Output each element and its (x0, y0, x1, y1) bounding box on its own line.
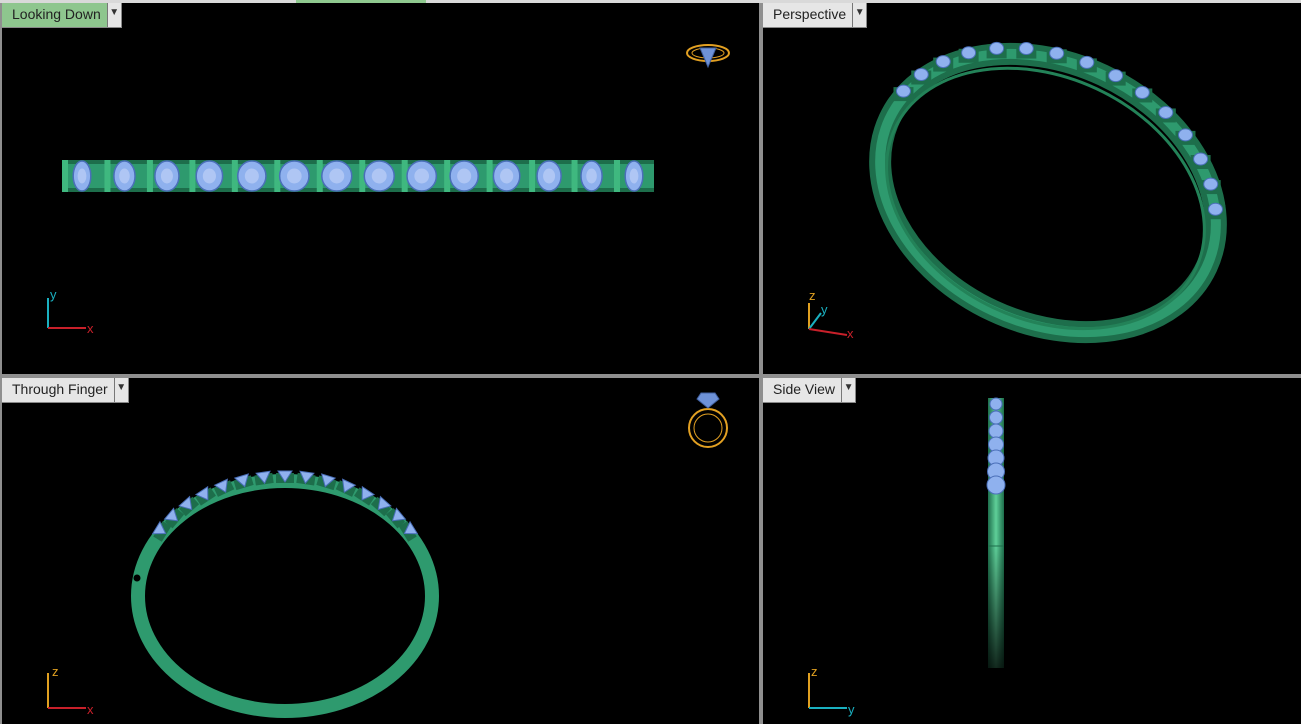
chevron-down-icon[interactable]: ▼ (841, 378, 855, 402)
axis-label-y: y (848, 702, 855, 717)
axis-triad: z x (47, 664, 94, 717)
gem (1158, 105, 1174, 119)
axis-triad: z y (808, 664, 855, 717)
axis-label-z: z (809, 288, 816, 303)
gem (989, 397, 1003, 411)
gem (1207, 202, 1223, 216)
nav-ring-icon[interactable] (688, 392, 728, 448)
chevron-down-icon[interactable]: ▼ (852, 3, 866, 27)
viewport-label-through-finger[interactable]: Through Finger ▼ (2, 378, 129, 403)
gem (276, 470, 294, 483)
viewport-title: Looking Down (12, 6, 101, 22)
axis-triad: z y x (808, 288, 854, 341)
viewport-title: Through Finger (12, 381, 108, 397)
gem (986, 475, 1006, 495)
axis-label-y: y (821, 302, 828, 317)
axis-triad: y x (47, 287, 94, 336)
gem (1018, 42, 1034, 56)
axis-label-x: x (87, 321, 94, 336)
looking-down-scene: y x (47, 44, 730, 336)
viewport-title: Side View (773, 381, 836, 397)
axis-label-z: z (811, 664, 818, 679)
ring-hole-marker (133, 574, 141, 582)
ring-band-top-view (62, 160, 654, 192)
side-view-scene: z y (808, 397, 1006, 717)
gem (1079, 55, 1095, 69)
axis-label-x: x (847, 326, 854, 341)
viewport-side-view[interactable]: z y Side View ▼ (763, 378, 1301, 724)
chevron-down-icon[interactable]: ▼ (113, 378, 128, 402)
gem (1203, 177, 1219, 191)
viewport-looking-down[interactable]: y x Looking Down ▼ (2, 3, 759, 374)
gem-row-front (151, 470, 419, 542)
axis-label-y: y (50, 287, 57, 302)
axis-label-z: z (52, 664, 59, 679)
gem (1108, 69, 1124, 83)
axis-label-x: x (87, 702, 94, 717)
nav-ring-icon[interactable] (686, 44, 730, 69)
viewport-through-finger[interactable]: z x Through Finger ▼ (2, 378, 759, 724)
gem (895, 84, 911, 98)
gem (988, 423, 1004, 439)
viewport-label-side-view[interactable]: Side View ▼ (763, 378, 857, 403)
through-finger-scene: z x (47, 392, 728, 718)
viewport-label-looking-down[interactable]: Looking Down ▼ (2, 3, 122, 28)
gem (989, 410, 1003, 425)
perspective-scene: z y x (808, 41, 1227, 344)
gem (913, 67, 929, 81)
gem (1177, 128, 1193, 142)
viewport-perspective[interactable]: z y x Perspective ▼ (763, 3, 1301, 374)
gem (961, 46, 977, 60)
gem (935, 55, 951, 69)
chevron-down-icon[interactable]: ▼ (106, 3, 121, 27)
gem (1193, 152, 1209, 166)
gem (1134, 85, 1150, 99)
viewport-label-perspective[interactable]: Perspective ▼ (763, 3, 868, 28)
gem (989, 41, 1005, 55)
viewport-title: Perspective (773, 6, 847, 22)
gem (1049, 46, 1065, 60)
